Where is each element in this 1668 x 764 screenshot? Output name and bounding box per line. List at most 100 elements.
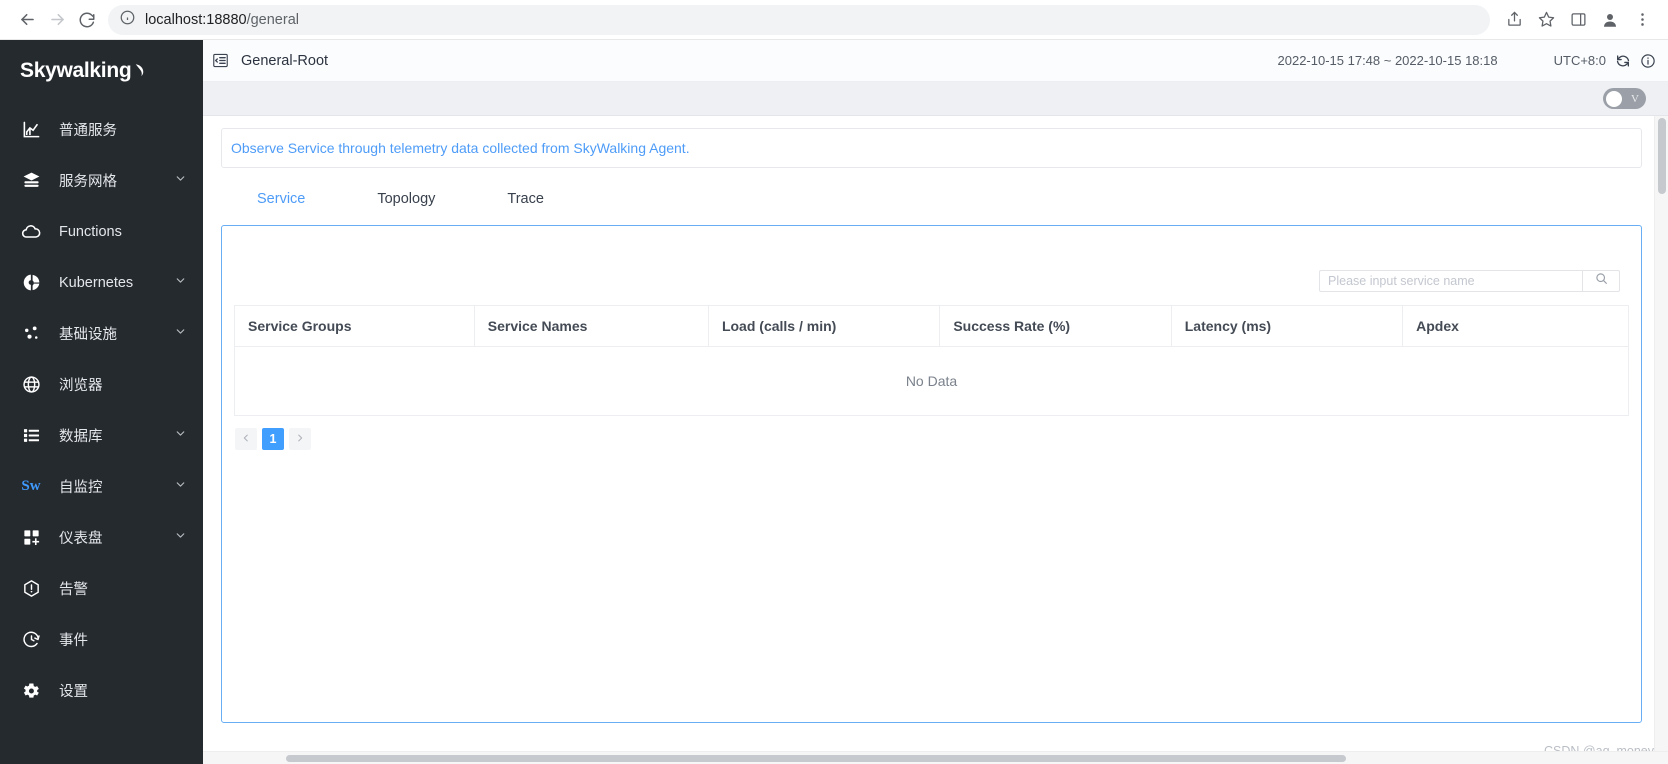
side-panel-icon bbox=[1570, 11, 1587, 28]
sidebar-item-label: 事件 bbox=[59, 633, 88, 649]
event-clock-icon bbox=[20, 629, 42, 651]
toggle-label: V bbox=[1631, 92, 1639, 105]
sw-logo-icon: Sw bbox=[21, 478, 41, 494]
side-panel-button[interactable] bbox=[1564, 6, 1592, 34]
url-path: /general bbox=[246, 11, 299, 28]
time-range-label[interactable]: 2022-10-15 17:48 ~ 2022-10-15 18:18 bbox=[1278, 53, 1498, 68]
sidebar-item-browser[interactable]: 浏览器 bbox=[0, 359, 203, 410]
nodes-icon bbox=[20, 323, 42, 345]
sidebar-item-label: 设置 bbox=[59, 684, 88, 700]
sidebar-item-service-mesh[interactable]: 服务网格 bbox=[0, 155, 203, 206]
sidebar-item-label: 普通服务 bbox=[59, 123, 117, 139]
sidebar-item-label: 告警 bbox=[59, 582, 88, 598]
chevron-down-icon[interactable] bbox=[174, 427, 187, 445]
sidebar-item-infrastructure[interactable]: 基础设施 bbox=[0, 308, 203, 359]
url-host: localhost:18880 bbox=[145, 11, 247, 28]
chart-bar-icon bbox=[20, 119, 42, 141]
sidebar-item-self-monitoring[interactable]: Sw 自监控 bbox=[0, 461, 203, 512]
sidebar-item-label: 自监控 bbox=[59, 480, 103, 496]
bookmark-button[interactable] bbox=[1532, 6, 1560, 34]
chevron-down-icon[interactable] bbox=[174, 172, 187, 190]
chevron-down-icon[interactable] bbox=[174, 478, 187, 496]
table-body: No Data bbox=[234, 346, 1629, 416]
sidebar-item-label: 基础设施 bbox=[59, 327, 117, 343]
service-panel: Service Groups Service Names Load (calls… bbox=[221, 225, 1642, 723]
tab-topology[interactable]: Topology bbox=[371, 191, 441, 207]
browser-menu-button[interactable] bbox=[1628, 6, 1656, 34]
star-icon bbox=[1538, 11, 1555, 28]
chevron-down-icon[interactable] bbox=[174, 529, 187, 547]
horizontal-scroll-thumb[interactable] bbox=[286, 755, 1346, 762]
info-circle-icon[interactable] bbox=[120, 10, 135, 30]
refresh-icon[interactable] bbox=[1615, 53, 1631, 69]
sidebar-item-event[interactable]: 事件 bbox=[0, 614, 203, 665]
sidebar: Skywalking 普通服务 服务网格 Functions Kubernete… bbox=[0, 40, 203, 764]
arrow-right-icon bbox=[48, 10, 67, 29]
info-icon[interactable] bbox=[1640, 53, 1656, 69]
reload-button[interactable] bbox=[72, 5, 102, 35]
dashboard-add-icon bbox=[20, 527, 42, 549]
app-shell: Skywalking 普通服务 服务网格 Functions Kubernete… bbox=[0, 40, 1668, 764]
page-title: General-Root bbox=[241, 52, 329, 69]
search-button[interactable] bbox=[1582, 270, 1620, 292]
column-service-groups: Service Groups bbox=[234, 305, 475, 347]
sidebar-item-dashboard[interactable]: 仪表盘 bbox=[0, 512, 203, 563]
profile-button[interactable] bbox=[1596, 6, 1624, 34]
column-service-names: Service Names bbox=[473, 305, 709, 347]
sidebar-item-database[interactable]: 数据库 bbox=[0, 410, 203, 461]
sidebar-item-label: Kubernetes bbox=[59, 274, 134, 291]
tab-bar: Service Topology Trace bbox=[221, 177, 1642, 221]
main-area: General-Root 2022-10-15 17:48 ~ 2022-10-… bbox=[203, 40, 1668, 764]
view-toggle[interactable]: V bbox=[1603, 88, 1646, 109]
forward-button[interactable] bbox=[42, 5, 72, 35]
sidebar-menu: 普通服务 服务网格 Functions Kubernetes 基础设施 浏览器 … bbox=[0, 102, 203, 764]
vertical-scrollbar[interactable] bbox=[1654, 116, 1668, 764]
back-button[interactable] bbox=[12, 5, 42, 35]
vertical-scroll-thumb[interactable] bbox=[1658, 118, 1666, 194]
horizontal-scrollbar[interactable] bbox=[0, 751, 1668, 764]
brand-name: Skywalking bbox=[20, 59, 132, 82]
search-row bbox=[234, 236, 1629, 292]
cloud-icon bbox=[20, 221, 42, 243]
collapse-sidebar-icon[interactable] bbox=[212, 52, 229, 69]
timezone-label: UTC+8:0 bbox=[1553, 53, 1606, 68]
notice-text: Observe Service through telemetry data c… bbox=[231, 140, 690, 156]
reload-icon bbox=[78, 11, 96, 29]
pagination-prev-button[interactable] bbox=[235, 428, 257, 450]
pagination-page-1[interactable]: 1 bbox=[262, 428, 284, 450]
address-bar-text: localhost:18880/general bbox=[145, 12, 299, 28]
chevron-down-icon[interactable] bbox=[174, 325, 187, 343]
tab-trace[interactable]: Trace bbox=[501, 191, 550, 207]
address-bar[interactable]: localhost:18880/general bbox=[108, 4, 1490, 35]
column-latency: Latency (ms) bbox=[1170, 305, 1404, 347]
tabs-section: Service Topology Trace Please input serv… bbox=[221, 177, 1642, 723]
sidebar-item-kubernetes[interactable]: Kubernetes bbox=[0, 257, 203, 308]
column-apdex: Apdex bbox=[1402, 305, 1629, 347]
sub-toolbar: V bbox=[203, 82, 1668, 116]
tab-service[interactable]: Service bbox=[251, 191, 311, 207]
notice-banner: Observe Service through telemetry data c… bbox=[221, 128, 1642, 168]
table-header-row: Service Groups Service Names Load (calls… bbox=[234, 305, 1629, 347]
service-table: Service Groups Service Names Load (calls… bbox=[234, 305, 1629, 416]
column-load: Load (calls / min) bbox=[707, 305, 941, 347]
share-button[interactable] bbox=[1500, 6, 1528, 34]
moon-icon bbox=[132, 62, 147, 84]
chevron-down-icon[interactable] bbox=[174, 274, 187, 292]
sidebar-item-functions[interactable]: Functions bbox=[0, 206, 203, 257]
list-icon bbox=[20, 425, 42, 447]
sidebar-item-settings[interactable]: 设置 bbox=[0, 665, 203, 716]
pagination-next-button[interactable] bbox=[289, 428, 311, 450]
kubernetes-icon bbox=[20, 272, 42, 294]
page-header: General-Root 2022-10-15 17:48 ~ 2022-10-… bbox=[203, 40, 1668, 82]
arrow-left-icon bbox=[18, 10, 37, 29]
mesh-layers-icon bbox=[20, 170, 42, 192]
chevron-right-icon bbox=[295, 432, 305, 446]
toggle-knob bbox=[1606, 90, 1622, 107]
search-input[interactable] bbox=[1319, 270, 1582, 292]
sidebar-item-label: 数据库 bbox=[59, 429, 103, 445]
brand-logo[interactable]: Skywalking bbox=[0, 40, 203, 102]
sidebar-item-alarm[interactable]: 告警 bbox=[0, 563, 203, 614]
sidebar-item-general-service[interactable]: 普通服务 bbox=[0, 104, 203, 155]
table-empty-row: No Data bbox=[234, 346, 1629, 416]
search-icon bbox=[1595, 272, 1608, 290]
